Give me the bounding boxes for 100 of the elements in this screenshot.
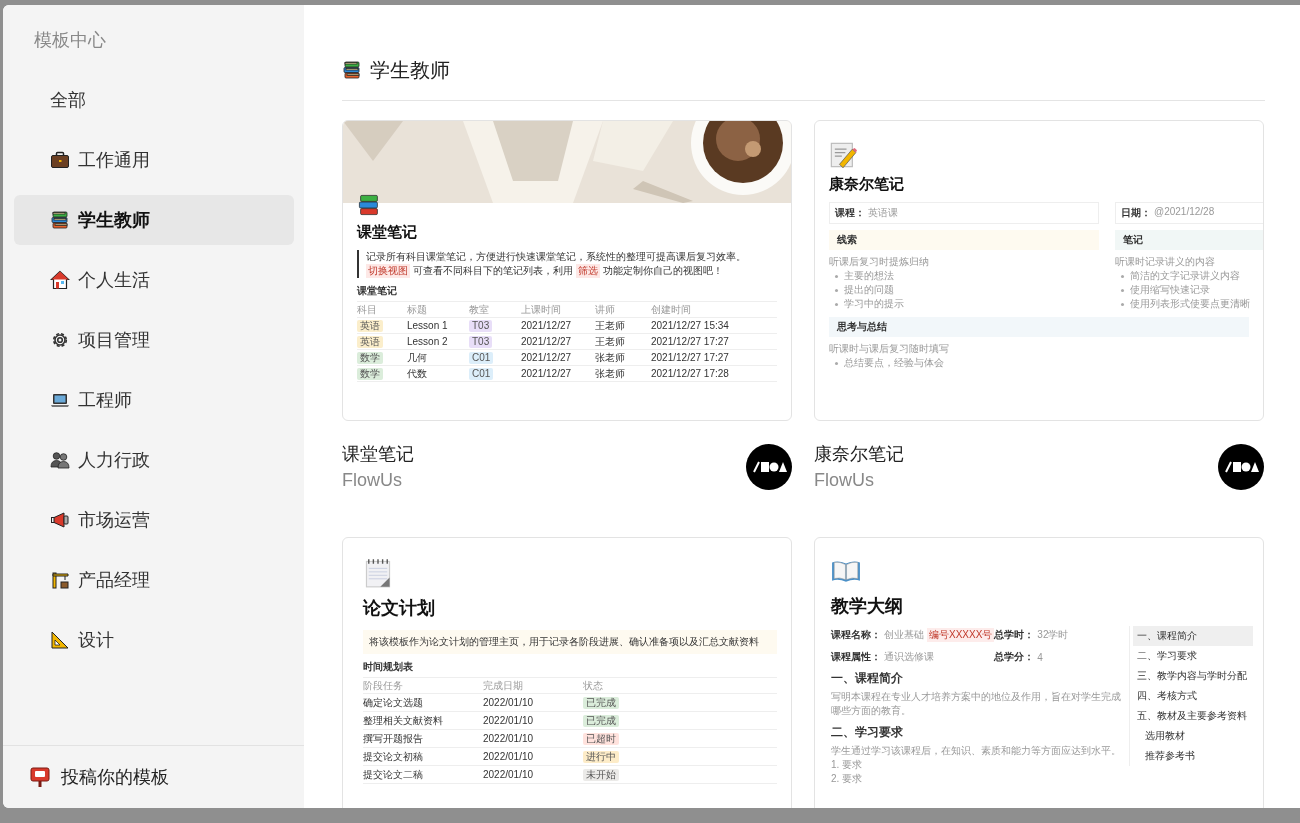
description-text: 听课时与课后复习随时填写 (829, 342, 950, 356)
status-tag: 已完成 (583, 696, 619, 709)
column-header: 创建时间 (651, 302, 692, 317)
outline-item[interactable]: 四、考核方式 (1133, 686, 1253, 706)
people-icon (50, 450, 70, 470)
property-value: 创业基础 (884, 628, 924, 642)
column-header: 完成日期 (483, 678, 524, 693)
table-cell: 2021/12/27 (521, 352, 572, 363)
status-tag: 进行中 (583, 750, 619, 763)
tag: T03 (469, 319, 493, 332)
books-icon (342, 60, 362, 80)
sidebar-item[interactable]: 市场运营 (14, 495, 294, 545)
author-name: FlowUs (342, 469, 403, 492)
table-cell: 张老师 (595, 366, 625, 381)
outline-item[interactable]: 一、课程简介 (1133, 626, 1253, 646)
notepad-icon (363, 558, 393, 588)
property-label: 总学时： (994, 628, 1035, 642)
column-header: 科目 (357, 302, 378, 317)
outline-item[interactable]: 二、学习要求 (1133, 646, 1253, 666)
outline-item[interactable]: 选用教材 (1133, 726, 1253, 746)
template-preview[interactable]: 康奈尔笔记 课程： 英语课 线索 听课后复习时提炼归纳 主要的想法 提出的问题 学习中的提示 日期： @2021/12/28 笔记 听课时记录讲义的内容 简洁的文字记录讲义内容 使用缩写快速记录 使用列表形式使要点更清晰 思考与总结 听课时与课后复习随时填写 总结要点，经验与体会 (814, 120, 1264, 421)
page-title: 教学大纲 (831, 595, 904, 618)
bullet-icon (835, 274, 838, 278)
table-cell-text: 2022/01/10 (483, 769, 535, 780)
sidebar-item[interactable]: 项目管理 (14, 315, 294, 365)
section-title: 学生教师 (370, 58, 450, 83)
tag: 筛选 (576, 264, 600, 278)
callout-heading: 思考与总结 (829, 317, 1249, 337)
bullet-item: 主要的想法 (844, 269, 894, 283)
table-cell-text: 2022/01/10 (483, 733, 535, 744)
outline-item[interactable]: 五、教材及主要参考资料 (1133, 706, 1253, 726)
sidebar-item[interactable]: 设计 (14, 615, 294, 665)
table-cell: Lesson 2 (407, 336, 448, 347)
column-header: 教室 (469, 302, 490, 317)
table-cell: 2021/12/27 (521, 368, 572, 379)
property-value: @2021/12/28 (1154, 206, 1215, 219)
sidebar-item[interactable]: 工作通用 (14, 135, 294, 185)
property-label: 课程： (835, 206, 865, 220)
table-cell-text: 2022/01/10 (483, 697, 535, 708)
callout: 将该模板作为论文计划的管理主页，用于记录各阶段进展、确认准备项以及汇总文献资料 (363, 630, 777, 654)
status-tag: 已完成 (583, 714, 619, 727)
property-value: 英语课 (868, 206, 898, 220)
column-header: 讲师 (595, 302, 616, 317)
callout-heading: 笔记 (1115, 230, 1263, 250)
sidebar-item[interactable]: 产品经理 (14, 555, 294, 605)
outline-item[interactable]: 推荐参考书 (1133, 746, 1253, 766)
tag: 编号XXXXX号 (927, 628, 995, 642)
property-label: 课程属性： (831, 650, 881, 664)
sidebar-item[interactable]: 工程师 (14, 375, 294, 425)
tag: 英语 (357, 335, 383, 348)
books-icon (50, 210, 70, 230)
table-cell: 几何 (407, 350, 427, 365)
property-value: 4 (1037, 651, 1043, 663)
memo-pencil-icon (829, 141, 857, 169)
sidebar-item[interactable]: 学生教师 (14, 195, 294, 245)
column-header: 标题 (407, 302, 428, 317)
column-header: 上课时间 (521, 302, 562, 317)
status-tag: 未开始 (583, 768, 619, 781)
bullet-item: 使用缩写快速记录 (1130, 283, 1210, 297)
bullet-icon (1121, 288, 1124, 292)
page-title: 课堂笔记 (357, 223, 418, 242)
briefcase-icon (50, 150, 70, 170)
page-title: 论文计划 (363, 597, 436, 620)
bullet-icon (835, 361, 838, 365)
template-preview[interactable]: 论文计划 将该模板作为论文计划的管理主页，用于记录各阶段进展、确认准备项以及汇总文献资料 时间规划表 阶段任务 完成日期 状态 确定论文选题 2022/01/10 已完成 整理相关文献资料 2022/01/10 已完成 撰写开题报告 2022/01/10 已超时 提交论文初稿 2022/01/10 进行中 提交论文二稿 2022/01/10 未开始 (342, 537, 792, 808)
bullet-icon (1121, 302, 1124, 306)
table-cell-text: 2022/01/10 (483, 751, 535, 762)
table-cell-text: 确定论文选题 (363, 695, 424, 710)
quote-text: 可查看不同科目下的笔记列表，利用 (413, 264, 573, 278)
table-cell: 2021/12/27 15:34 (651, 320, 729, 331)
section-heading: 一、课程简介 (831, 670, 904, 687)
table-title: 时间规划表 (363, 660, 414, 674)
table-cell: Lesson 1 (407, 320, 448, 331)
template-name: 课堂笔记 (342, 443, 414, 466)
table-cell-text: 提交论文二稿 (363, 767, 424, 782)
submit-template-link[interactable]: 投稿你的模板 (29, 765, 169, 789)
sidebar-item[interactable]: 人力行政 (14, 435, 294, 485)
table-cell-text: 撰写开题报告 (363, 731, 424, 746)
tag: 数学 (357, 351, 383, 364)
table-cell: 张老师 (595, 350, 625, 365)
table-cell: 2021/12/27 17:28 (651, 368, 729, 379)
outline-item[interactable]: 三、教学内容与学时分配 (1133, 666, 1253, 686)
bullet-item: 学习中的提示 (844, 297, 904, 311)
table-cell: 2021/12/27 (521, 336, 572, 347)
sidebar-item[interactable]: 个人生活 (14, 255, 294, 305)
template-name: 康奈尔笔记 (814, 443, 904, 466)
triangle-ruler-icon (50, 630, 70, 650)
list-item: 2. 要求 (831, 772, 864, 786)
bullet-icon (835, 288, 838, 292)
bullet-item: 简洁的文字记录讲义内容 (1130, 269, 1240, 283)
tag: 数学 (357, 367, 383, 380)
megaphone-icon (50, 510, 70, 530)
description-text: 听课后复习时提炼归纳 (829, 255, 930, 269)
bullet-item: 总结要点，经验与体会 (844, 356, 944, 370)
bullet-item: 使用列表形式使要点更清晰 (1130, 297, 1250, 311)
crane-icon (50, 570, 70, 590)
table-title: 课堂笔记 (357, 284, 398, 298)
sidebar-item[interactable]: 全部 (14, 75, 294, 125)
callout-heading: 线索 (829, 230, 1099, 250)
template-preview[interactable] (342, 120, 792, 421)
